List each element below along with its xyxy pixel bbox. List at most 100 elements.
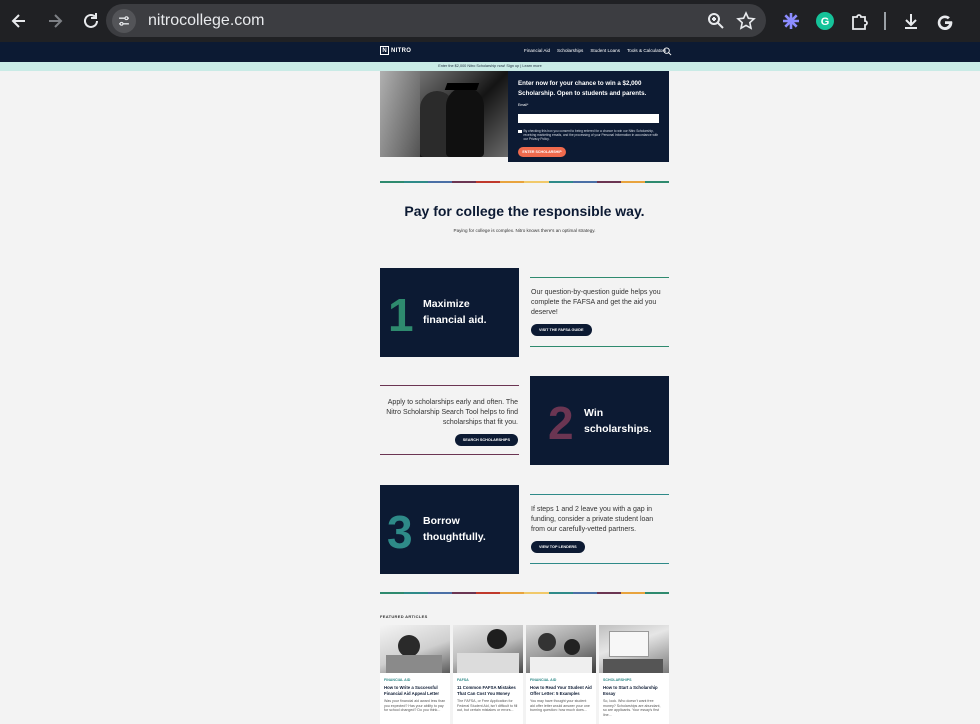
divider-segment — [572, 592, 597, 594]
promo-banner[interactable]: Enter the $2,000 Nitro Scholarship now! … — [0, 62, 980, 71]
article-title[interactable]: 11 Common FAFSA Mistakes That Can Cost Y… — [457, 685, 519, 696]
menu-item-scholarships[interactable]: Scholarships — [557, 48, 583, 53]
divider-segment — [548, 181, 573, 183]
search-scholarships-button[interactable]: SEARCH SCHOLARSHIPS — [454, 434, 518, 446]
address-bar[interactable]: nitrocollege.com — [106, 4, 766, 37]
bookmark-star-icon[interactable] — [736, 10, 756, 31]
article-title[interactable]: How to Write a Successful Financial Aid … — [384, 685, 446, 696]
section-heading: Pay for college the responsible way. — [404, 203, 645, 219]
divider-segment — [476, 181, 501, 183]
fafsa-guide-button[interactable]: VISIT THE FAFSA GUIDE — [531, 324, 592, 336]
toolbar-separator — [884, 12, 886, 30]
article-excerpt: So, look. Who doesn't want free money? S… — [603, 699, 661, 717]
divider-segment — [380, 592, 405, 594]
article-excerpt: You may have thought your student aid of… — [530, 699, 590, 713]
article-1-image — [380, 625, 450, 673]
downloads-button[interactable] — [896, 6, 926, 36]
article-card[interactable]: FAFSA 11 Common FAFSA Mistakes That Can … — [453, 625, 523, 724]
step-2-title-line2: scholarships. — [584, 423, 652, 435]
article-title[interactable]: How to Start a Scholarship Essay — [603, 685, 665, 696]
step-3-info: If steps 1 and 2 leave you with a gap in… — [530, 494, 669, 564]
enter-scholarship-button[interactable]: ENTER SCHOLARSHIP — [518, 146, 566, 157]
consent-text: By checking this box you consent to bein… — [523, 129, 659, 142]
step-3-card: 3 Borrow thoughtfully. — [380, 485, 519, 574]
divider-segment — [572, 181, 597, 183]
extensions-menu-button[interactable] — [844, 6, 874, 36]
article-2-image — [453, 625, 523, 673]
back-button[interactable] — [2, 4, 36, 38]
extensions-area: G — [776, 6, 964, 36]
section-subheading: Paying for college is complex. Nitro kno… — [453, 228, 596, 233]
site-header: N NITRO Financial Aid Scholarships Stude… — [0, 42, 980, 62]
step-2-info: Apply to scholarships early and often. T… — [380, 385, 519, 455]
divider-segment — [644, 592, 669, 594]
step-1-number: 1 — [388, 289, 414, 341]
divider-segment — [596, 181, 621, 183]
arrow-left-icon — [11, 14, 25, 28]
step-1-description: Our question-by-question guide helps you… — [531, 289, 661, 316]
step-2-title: Win scholarships. — [584, 405, 652, 437]
article-title[interactable]: How to Read Your Student Aid Offer Lette… — [530, 685, 592, 696]
asterisk-extension-icon — [783, 13, 799, 29]
article-card[interactable]: SCHOLARSHIPS How to Start a Scholarship … — [599, 625, 669, 724]
site-info-button[interactable] — [112, 8, 136, 33]
menu-item-student-loans[interactable]: Student Loans — [590, 48, 620, 53]
grammarly-button[interactable]: G — [810, 6, 840, 36]
email-input[interactable] — [518, 114, 659, 123]
reload-icon — [84, 13, 98, 28]
step-1-title-line2: financial aid. — [423, 314, 487, 326]
divider-segment — [428, 592, 453, 594]
article-category: SCHOLARSHIPS — [603, 678, 632, 682]
featured-articles-label: FEATURED ARTICLES — [380, 614, 428, 619]
step-1-card: 1 Maximize financial aid. — [380, 268, 519, 357]
divider-segment — [620, 181, 645, 183]
step-3-title-line2: thoughtfully. — [423, 531, 486, 543]
divider-segment — [524, 181, 549, 183]
menu-item-tools-calculators[interactable]: Tools & Calculators — [627, 48, 666, 53]
divider-segment — [380, 181, 405, 183]
article-3-image — [526, 625, 596, 673]
graduates-photo — [380, 71, 508, 157]
step-1-title: Maximize financial aid. — [423, 296, 487, 328]
article-card[interactable]: FINANCIAL AID How to Write a Successful … — [380, 625, 450, 724]
divider-segment — [644, 181, 669, 183]
scholarship-signup-form: Enter now for your chance to win a $2,00… — [508, 71, 669, 162]
divider-segment — [404, 592, 429, 594]
article-card[interactable]: FINANCIAL AID How to Read Your Student A… — [526, 625, 596, 724]
article-category: FAFSA — [457, 678, 469, 682]
step-2-title-line1: Win — [584, 407, 604, 419]
step-3-description: If steps 1 and 2 leave you with a gap in… — [531, 506, 654, 533]
signup-title: Enter now for your chance to win a $2,00… — [518, 80, 647, 97]
divider-segment — [620, 592, 645, 594]
divider-segment — [596, 592, 621, 594]
step-3-number: 3 — [387, 506, 413, 558]
nitro-logo[interactable]: N NITRO — [380, 46, 411, 55]
divider-segment — [404, 181, 429, 183]
menu-item-financial-aid[interactable]: Financial Aid — [524, 48, 550, 53]
consent-row: By checking this box you consent to bein… — [518, 129, 659, 142]
search-icon[interactable] — [663, 47, 672, 56]
article-category: FINANCIAL AID — [384, 678, 411, 682]
divider-segment — [524, 592, 549, 594]
grammarly-icon: G — [816, 12, 834, 30]
svg-text:G: G — [821, 16, 830, 28]
divider-segment — [452, 181, 477, 183]
google-account-button[interactable] — [930, 6, 960, 36]
step-2-card: 2 Win scholarships. — [530, 376, 669, 465]
url-text: nitrocollege.com — [148, 11, 265, 29]
arrow-right-icon — [49, 14, 63, 28]
logo-mark: N — [380, 46, 389, 55]
zoom-icon[interactable] — [706, 11, 726, 31]
reload-button[interactable] — [74, 4, 108, 38]
step-3-title-line1: Borrow — [423, 515, 460, 527]
divider-segment — [548, 592, 573, 594]
consent-checkbox[interactable] — [518, 129, 522, 133]
main-menu: Financial Aid Scholarships Student Loans… — [524, 48, 666, 53]
extension-button[interactable] — [776, 6, 806, 36]
step-3-title: Borrow thoughtfully. — [423, 513, 486, 545]
forward-button[interactable] — [38, 4, 72, 38]
browser-toolbar: nitrocollege.com G — [0, 0, 980, 42]
view-top-lenders-button[interactable]: VIEW TOP LENDERS — [531, 541, 585, 553]
logo-text: NITRO — [391, 47, 412, 54]
article-4-image — [599, 625, 669, 673]
